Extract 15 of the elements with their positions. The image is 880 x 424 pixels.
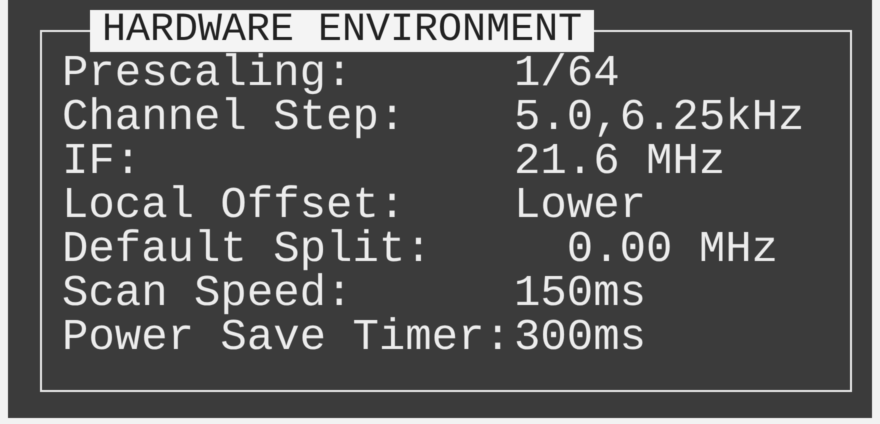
setting-label: Default Split: — [62, 228, 433, 272]
setting-label: Prescaling: — [62, 52, 354, 96]
setting-value: 0.00 MHz — [566, 228, 780, 272]
setting-label: Power Save Timer: — [62, 316, 512, 360]
setting-label: Scan Speed: — [62, 272, 352, 316]
setting-value: 150ms — [514, 272, 648, 316]
screen-title: HARDWARE ENVIRONMENT — [90, 10, 594, 52]
setting-value: Lower — [514, 184, 648, 228]
setting-label: Channel Step: — [62, 96, 406, 140]
setting-value: 5.0,6.25kHz — [514, 96, 806, 140]
setting-value: 1/64 — [514, 52, 620, 96]
setting-value: 300ms — [514, 316, 648, 360]
setting-label: Local Offset: — [62, 184, 406, 228]
setting-label: IF: — [62, 140, 142, 184]
setting-value: 21.6 MHz — [514, 140, 726, 184]
